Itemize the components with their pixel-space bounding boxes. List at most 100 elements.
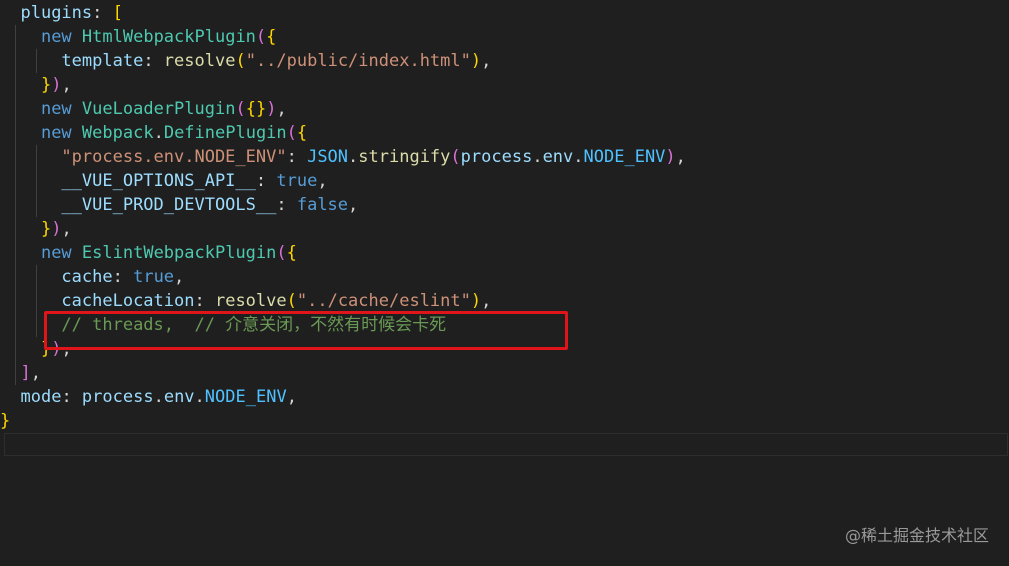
code-line[interactable]: plugins: [ (0, 1, 123, 25)
code-line[interactable]: }), (0, 73, 72, 97)
code-line[interactable]: cacheLocation: resolve("../cache/eslint"… (0, 289, 491, 313)
code-token: Webpack (81, 123, 154, 143)
code-token: } (0, 411, 11, 431)
code-token: JSON (307, 147, 349, 167)
code-token: __VUE_PROD_DEVTOOLS__ (61, 195, 277, 215)
code-token: ) (51, 219, 62, 239)
code-token: , (276, 99, 287, 119)
code-token: {} (245, 99, 267, 119)
code-token: "process.env.NODE_ENV" (61, 147, 287, 167)
code-line[interactable]: new EslintWebpackPlugin({ (0, 241, 297, 265)
code-token: cache (61, 267, 113, 287)
code-token: , (61, 75, 72, 95)
code-token: [ (112, 3, 123, 23)
code-token: { (296, 123, 308, 143)
code-token: ( (450, 147, 461, 167)
code-token: ) (470, 291, 482, 311)
code-token: , (61, 219, 72, 239)
code-token: new (40, 99, 72, 119)
code-token: __VUE_OPTIONS_API__ (61, 171, 256, 191)
code-token: new (40, 27, 72, 47)
code-line[interactable]: __VUE_OPTIONS_API__: true, (0, 169, 327, 193)
code-token: : (276, 195, 297, 215)
code-line[interactable]: ], (0, 361, 41, 385)
code-line[interactable]: } (0, 409, 10, 433)
code-line[interactable]: cache: true, (0, 265, 184, 289)
code-token: { (266, 27, 277, 47)
code-token: HtmlWebpackPlugin (81, 27, 256, 47)
code-token: ( (255, 27, 267, 47)
code-token: : (194, 291, 215, 311)
code-token: NODE_ENV (204, 387, 287, 407)
code-token: env (163, 387, 195, 407)
code-token: : (92, 3, 113, 23)
code-token: stringify (358, 147, 451, 167)
current-line-highlight (4, 433, 1008, 456)
code-token: VueLoaderPlugin (81, 99, 236, 119)
code-token: ) (470, 51, 482, 71)
code-token: resolve (163, 51, 236, 71)
code-token: : (255, 171, 277, 191)
code-line[interactable]: new VueLoaderPlugin({}), (0, 97, 287, 121)
code-line[interactable]: template: resolve("../public/index.html"… (0, 49, 491, 73)
code-token: new (40, 243, 72, 263)
code-line[interactable]: new Webpack.DefinePlugin({ (0, 121, 307, 145)
code-token: NODE_ENV (583, 147, 666, 167)
code-token: true (133, 267, 175, 287)
code-token: . (573, 147, 584, 167)
code-token: cacheLocation (61, 291, 195, 311)
code-token: env (542, 147, 574, 167)
code-token: . (532, 147, 543, 167)
code-line[interactable]: new HtmlWebpackPlugin({ (0, 25, 276, 49)
code-token: ( (276, 243, 287, 263)
code-token: } (40, 219, 52, 239)
code-line[interactable]: }), (0, 217, 72, 241)
code-line[interactable]: mode: process.env.NODE_ENV, (0, 385, 297, 409)
code-token: mode (20, 387, 62, 407)
code-line[interactable]: "process.env.NODE_ENV": JSON.stringify(p… (0, 145, 686, 169)
code-token: , (481, 291, 492, 311)
code-token: , (481, 51, 492, 71)
code-editor[interactable]: plugins: [ new HtmlWebpackPlugin({ templ… (0, 0, 1009, 566)
code-token: resolve (214, 291, 287, 311)
code-token: ] (20, 363, 31, 383)
code-token: ) (51, 75, 62, 95)
code-token: plugins (20, 3, 93, 23)
code-line[interactable]: __VUE_PROD_DEVTOOLS__: false, (0, 193, 358, 217)
code-token: ( (286, 123, 297, 143)
code-token: false (296, 195, 349, 215)
code-token: , (174, 267, 185, 287)
code-token: ) (266, 99, 277, 119)
code-token: ) (665, 147, 676, 167)
code-token: . (194, 387, 205, 407)
code-token: { (286, 243, 297, 263)
code-token: ( (235, 51, 246, 71)
code-token: ( (286, 291, 297, 311)
code-token: . (348, 147, 359, 167)
code-token: } (40, 75, 52, 95)
code-token: "../public/index.html" (245, 51, 471, 71)
code-token: ( (235, 99, 246, 119)
code-token: DefinePlugin (163, 123, 287, 143)
code-token: : (112, 267, 134, 287)
code-token: process (81, 387, 154, 407)
code-token: : (61, 387, 82, 407)
code-token: , (286, 387, 297, 407)
code-token: , (348, 195, 359, 215)
